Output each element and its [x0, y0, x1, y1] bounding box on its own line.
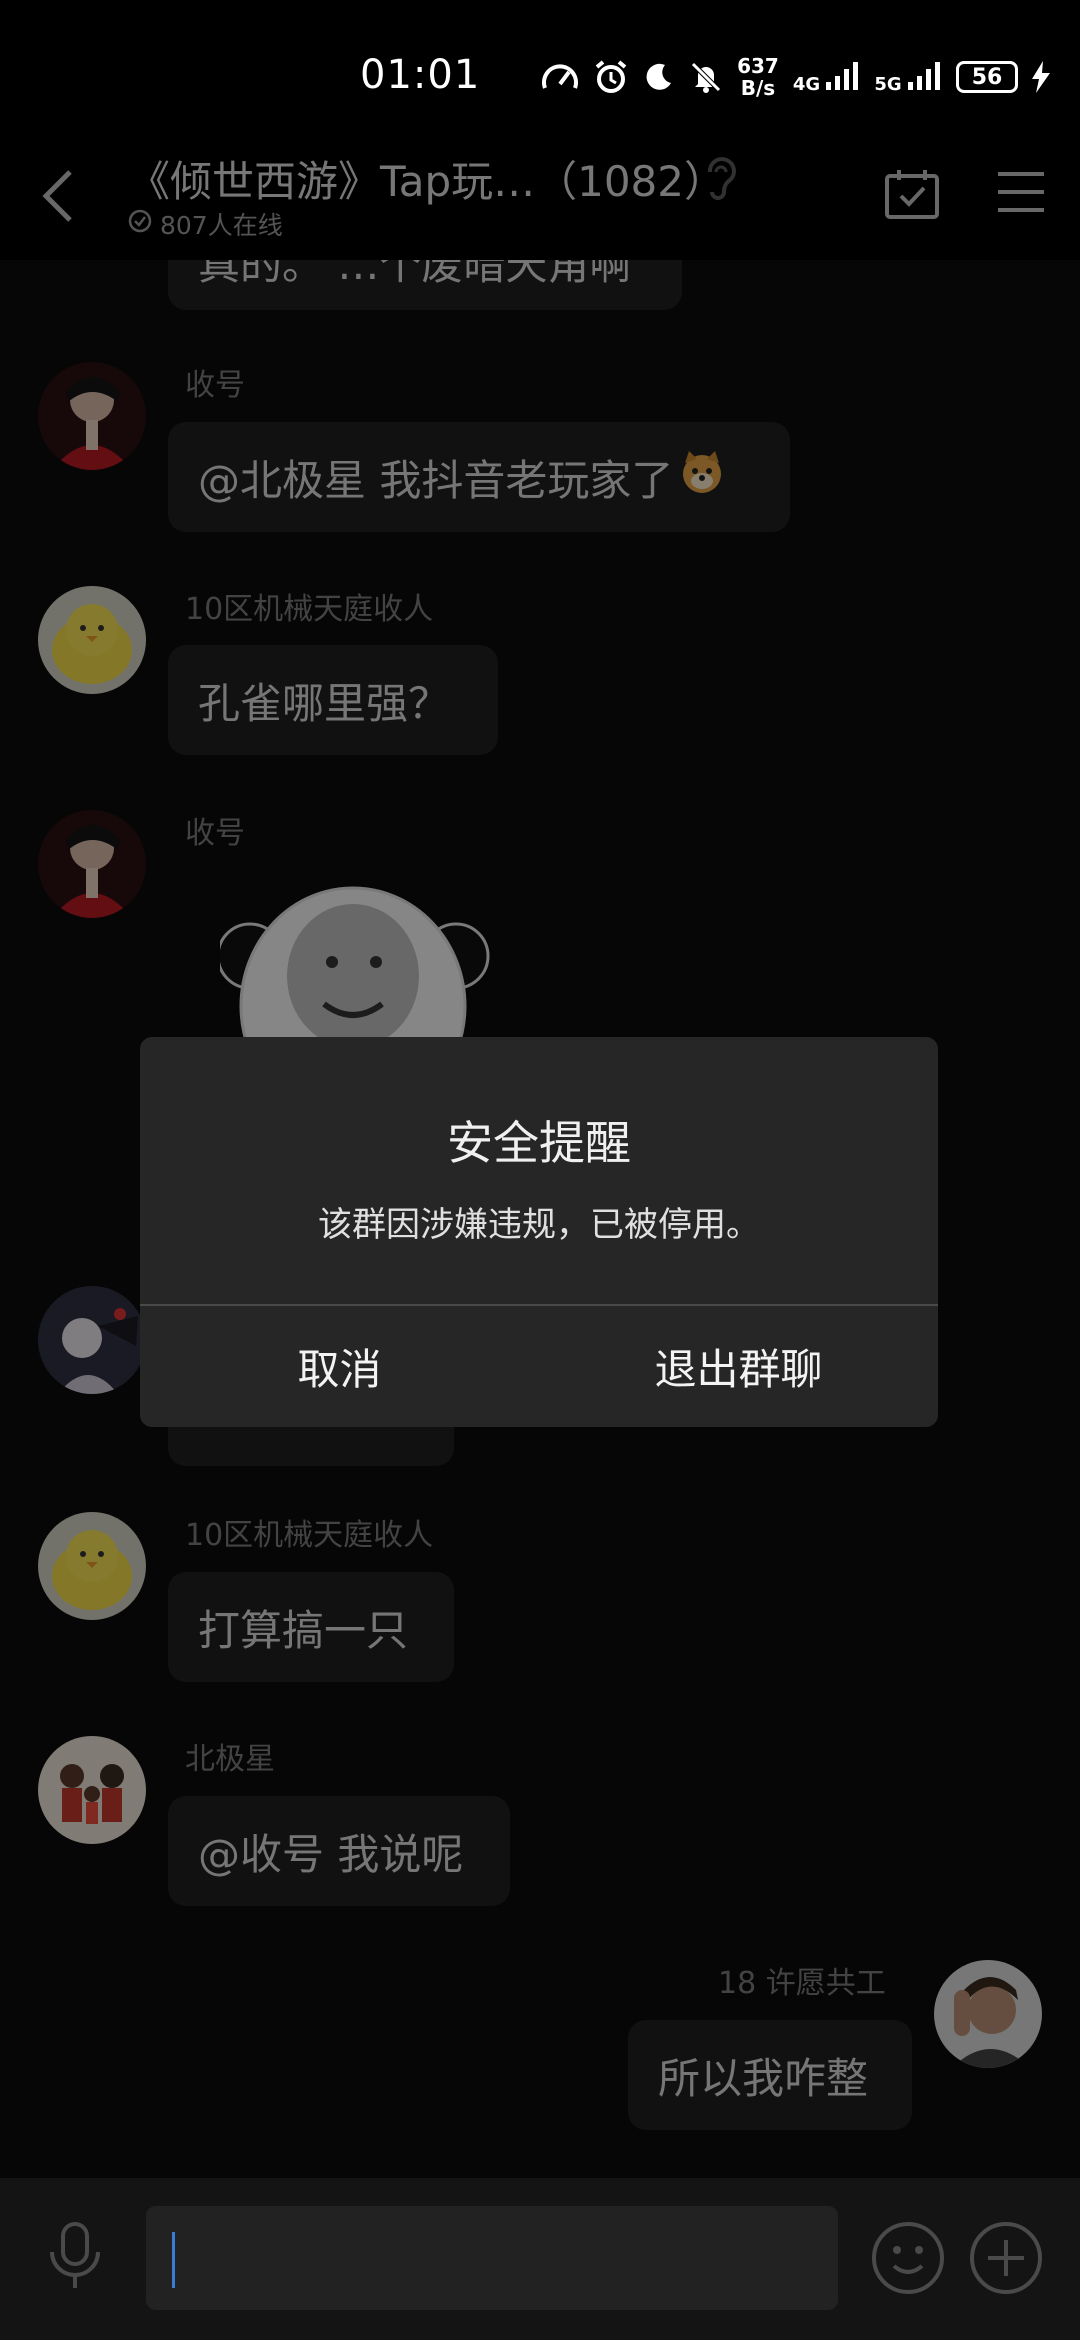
signal-5g: 5G [874, 60, 942, 95]
net-speed: 637 B/s [737, 55, 779, 99]
network-5g-label: 5G [874, 73, 902, 95]
speedometer-icon [541, 60, 579, 94]
net-speed-unit: B/s [740, 76, 776, 100]
charging-icon [1032, 61, 1050, 93]
alarm-icon [593, 59, 629, 95]
cancel-button[interactable]: 取消 [140, 1305, 539, 1427]
message-input[interactable] [146, 2206, 838, 2310]
microphone-icon[interactable] [44, 2220, 106, 2294]
network-4g-label: 4G [792, 73, 821, 95]
battery-indicator: 56 [956, 61, 1018, 93]
status-time: 01:01 [360, 52, 481, 98]
signal-bars-icon [826, 61, 859, 90]
net-speed-value: 637 [737, 54, 779, 78]
dialog-message: 该群因涉嫌违规，已被停用。 [318, 1205, 760, 1245]
signal-4g: 4G [793, 60, 861, 95]
status-icons: 637 B/s 4G 5G 56 [541, 55, 1050, 99]
plus-icon[interactable] [968, 2220, 1044, 2300]
emoji-icon[interactable] [870, 2220, 946, 2300]
text-caret [172, 2232, 175, 2288]
security-alert-dialog: 安全提醒 该群因涉嫌违规，已被停用。 取消 退出群聊 [140, 1037, 938, 1427]
bell-off-icon [689, 60, 723, 94]
exit-group-button[interactable]: 退出群聊 [539, 1305, 938, 1427]
dialog-title: 安全提醒 [447, 1116, 631, 1170]
signal-bars-icon [908, 61, 940, 90]
moon-icon [643, 61, 675, 93]
